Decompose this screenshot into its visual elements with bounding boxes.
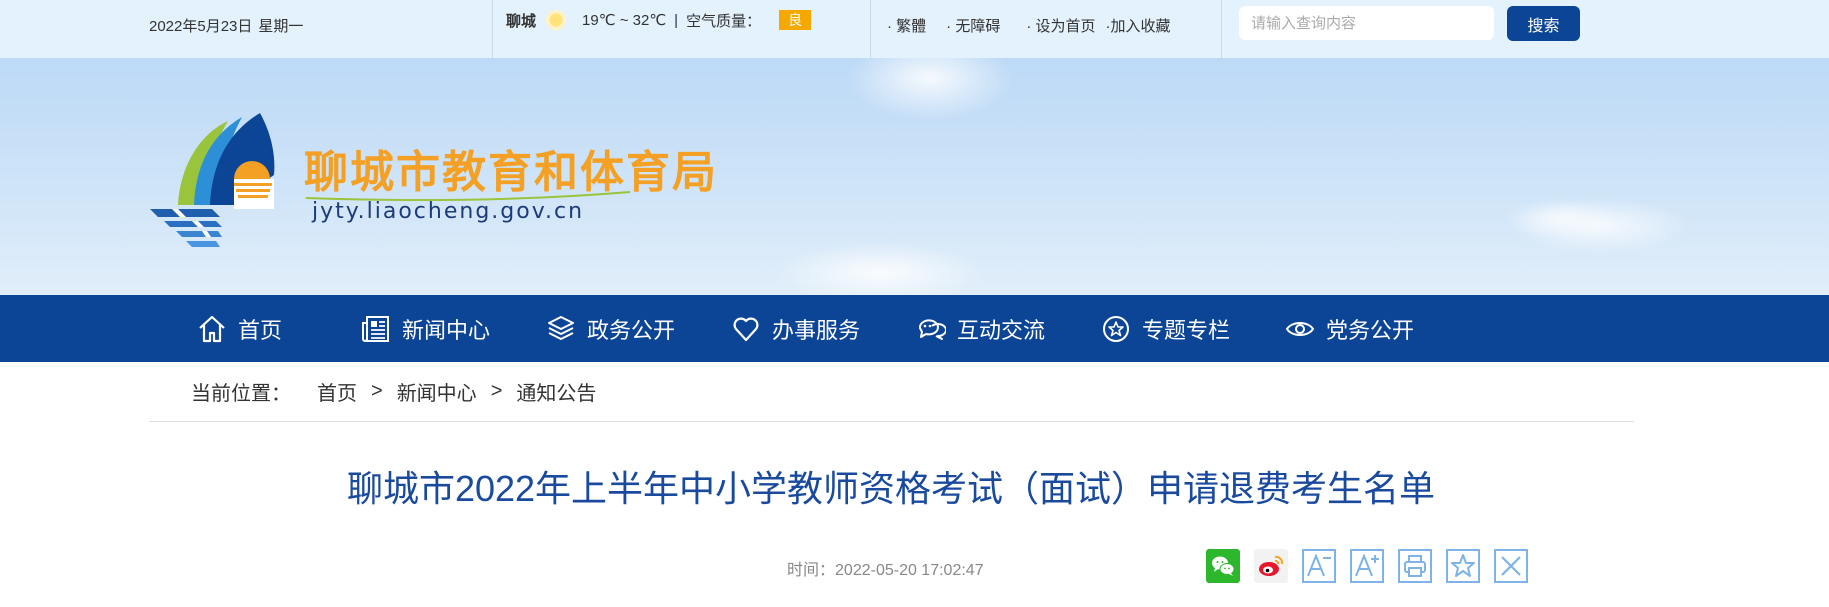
weather-city: 聊城 — [506, 12, 537, 30]
chat-icon — [915, 313, 947, 345]
print-icon[interactable] — [1398, 549, 1432, 583]
traditional-chinese-link[interactable]: · 繁體 — [887, 15, 926, 36]
header-banner: 聊城市教育和体育局 jyty.liaocheng.gov.cn — [0, 58, 1829, 295]
breadcrumb-home[interactable]: 首页 — [317, 377, 357, 406]
breadcrumb: 当前位置： 首页 > 新闻中心 > 通知公告 — [191, 377, 596, 406]
home-icon — [196, 313, 228, 345]
site-url: jyty.liaocheng.gov.cn — [312, 199, 585, 224]
article-title: 聊城市2022年上半年中小学教师资格考试（面试）申请退费考生名单 — [346, 468, 1436, 509]
breadcrumb-separator: > — [371, 380, 383, 402]
accessibility-link[interactable]: · 无障碍 — [946, 15, 1000, 36]
weather-widget: 聊城 19℃ ~ 32℃ | 空气质量： 良 — [506, 8, 812, 32]
time-label: 时间： — [787, 562, 836, 579]
layers-icon — [545, 313, 577, 345]
divider — [870, 0, 871, 58]
divider — [1221, 0, 1222, 58]
breadcrumb-label: 当前位置： — [191, 383, 291, 405]
article-meta: 时间：2022-05-20 17:02:47 — [787, 556, 984, 580]
main-nav: 首页 新闻中心 政务公开 办事服务 互动交流 专题专栏 党务公开 — [0, 295, 1829, 362]
air-quality-badge: 良 — [779, 10, 812, 30]
weather-temperature: 19℃ ~ 32℃ — [582, 12, 667, 29]
nav-label: 互动交流 — [957, 317, 1046, 343]
top-bar: 2022年5月23日 星期一 聊城 19℃ ~ 32℃ | 空气质量： 良 · 繁… — [0, 0, 1829, 59]
weekday-text: 星期一 — [258, 18, 304, 35]
favorite-icon[interactable] — [1446, 549, 1480, 583]
nav-item-news[interactable]: 新闻中心 — [360, 295, 490, 362]
breadcrumb-separator: > — [490, 380, 503, 402]
font-increase-icon[interactable] — [1350, 549, 1384, 583]
nav-label: 党务公开 — [1326, 317, 1415, 343]
air-quality-label: 空气质量： — [686, 12, 762, 30]
nav-label: 首页 — [238, 317, 283, 343]
search-button[interactable]: 搜索 — [1507, 6, 1580, 41]
divider — [149, 421, 1634, 422]
nav-label: 新闻中心 — [402, 317, 491, 343]
font-decrease-icon[interactable] — [1302, 549, 1336, 583]
breadcrumb-notices[interactable]: 通知公告 — [516, 377, 596, 406]
eye-icon — [1284, 313, 1316, 345]
search-input[interactable] — [1239, 6, 1494, 40]
nav-item-special-topics[interactable]: 专题专栏 — [1100, 295, 1230, 362]
star-badge-icon — [1100, 313, 1132, 345]
article-tools — [1206, 549, 1542, 583]
set-homepage-link[interactable]: · 设为首页 — [1026, 15, 1095, 36]
nav-item-government-affairs[interactable]: 政务公开 — [545, 295, 675, 362]
divider — [492, 0, 493, 58]
site-logo-icon — [150, 113, 275, 247]
nav-item-interaction[interactable]: 互动交流 — [915, 295, 1045, 362]
nav-label: 专题专栏 — [1142, 317, 1231, 343]
current-date: 2022年5月23日 星期一 — [149, 15, 303, 36]
nav-item-home[interactable]: 首页 — [196, 295, 282, 362]
wechat-share-icon[interactable] — [1206, 549, 1240, 583]
sun-icon — [546, 10, 567, 30]
weibo-share-icon[interactable] — [1254, 549, 1288, 583]
heart-icon — [730, 313, 762, 345]
nav-label: 办事服务 — [772, 317, 861, 343]
weather-separator: | — [674, 11, 679, 29]
top-links: · 繁體 · 无障碍 · 设为首页 ·加入收藏 — [887, 15, 1171, 36]
date-text: 2022年5月23日 — [149, 18, 253, 35]
nav-item-services[interactable]: 办事服务 — [730, 295, 860, 362]
nav-label: 政务公开 — [587, 317, 676, 343]
close-icon[interactable] — [1494, 549, 1528, 583]
newspaper-icon — [360, 313, 392, 345]
add-favorite-link[interactable]: ·加入收藏 — [1106, 15, 1171, 36]
nav-item-party-affairs[interactable]: 党务公开 — [1284, 295, 1414, 362]
breadcrumb-news-center[interactable]: 新闻中心 — [397, 377, 477, 406]
publish-time: 2022-05-20 17:02:47 — [835, 562, 984, 579]
